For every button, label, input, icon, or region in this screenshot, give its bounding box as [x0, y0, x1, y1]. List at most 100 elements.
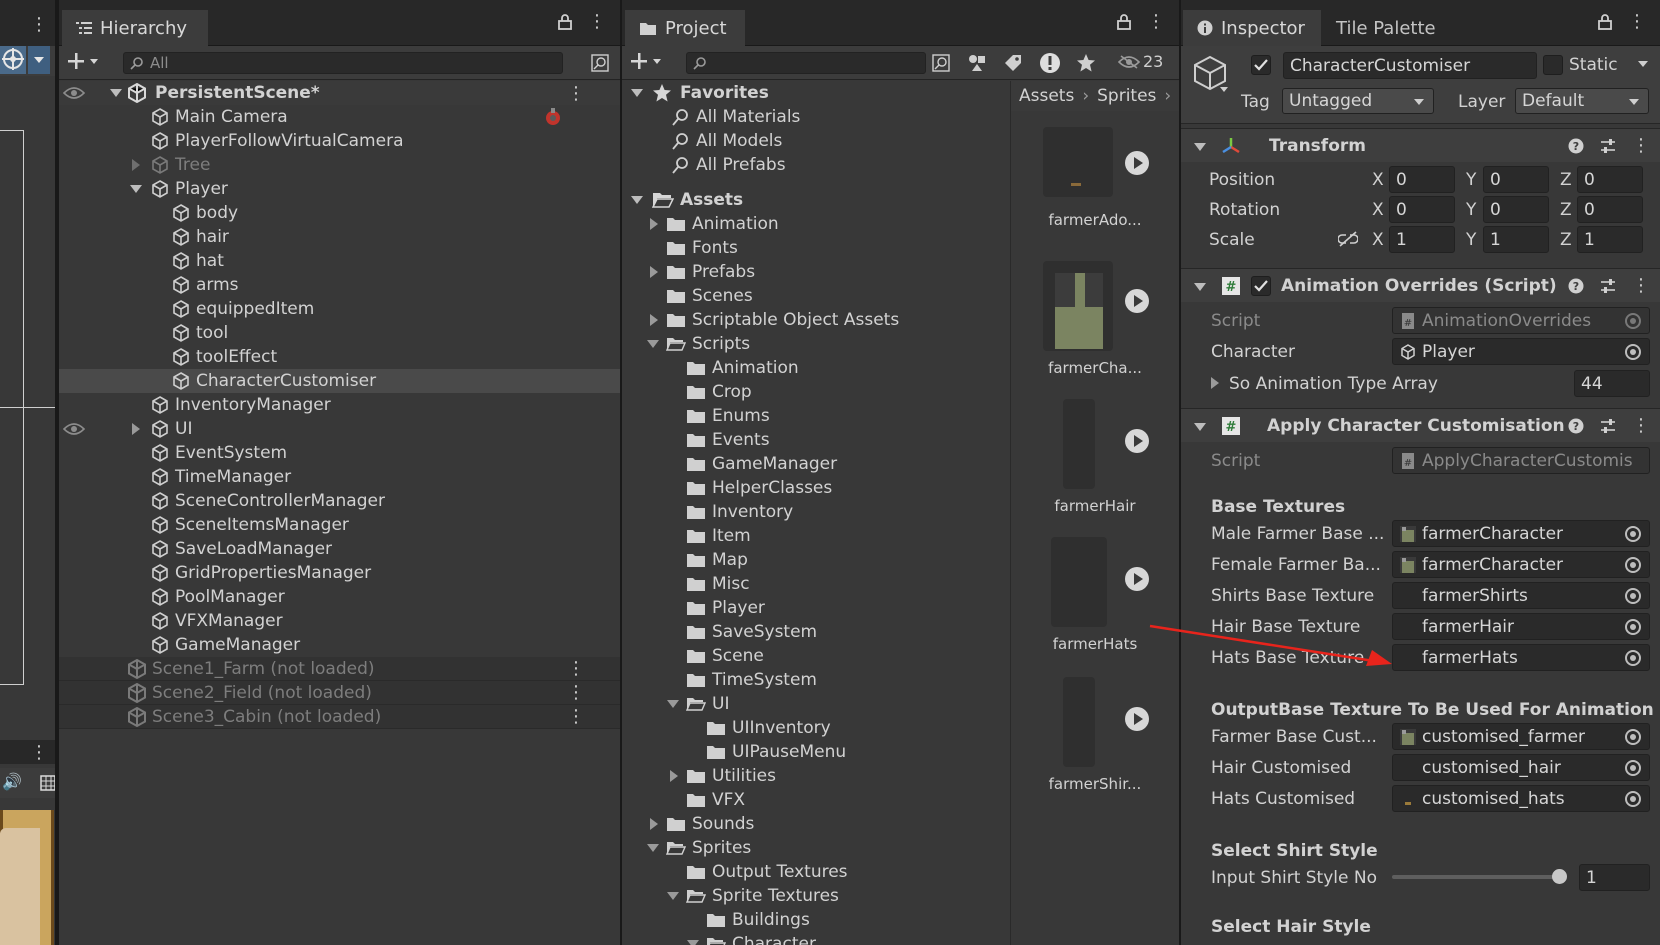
- hierarchy-item-ui[interactable]: UI: [59, 417, 620, 441]
- project-folder-row[interactable]: UIPauseMenu: [690, 740, 846, 764]
- expand-arrow-icon[interactable]: [666, 697, 680, 711]
- expand-arrow-icon[interactable]: [630, 193, 644, 207]
- hierarchy-item-vfx-manager[interactable]: VFXManager: [59, 609, 620, 633]
- project-search-input[interactable]: [686, 52, 926, 74]
- active-checkbox[interactable]: [1251, 55, 1271, 75]
- project-folder-row[interactable]: UI: [667, 692, 729, 716]
- expand-arrow-icon[interactable]: [666, 889, 680, 903]
- shirt-style-input[interactable]: 1: [1579, 864, 1650, 891]
- hierarchy-item-tool[interactable]: tool: [59, 321, 620, 345]
- favorite-item[interactable]: All Materials: [672, 105, 800, 129]
- position-z-input[interactable]: 0: [1577, 166, 1643, 193]
- object-picker-icon[interactable]: [1625, 729, 1641, 745]
- project-folder-row[interactable]: Map: [670, 548, 748, 572]
- favorite-item[interactable]: All Prefabs: [672, 153, 786, 177]
- female-base-texture-field[interactable]: farmerCharacter: [1392, 551, 1650, 578]
- asset-thumbnail[interactable]: farmerShir...: [1011, 677, 1179, 797]
- expand-arrow-icon[interactable]: [686, 937, 700, 945]
- play-icon[interactable]: [1125, 429, 1149, 453]
- project-folder-row[interactable]: Scriptable Object Assets: [650, 308, 899, 332]
- object-picker-icon[interactable]: [1625, 791, 1641, 807]
- project-create-button[interactable]: [630, 52, 662, 70]
- hierarchy-item-save-load-manager[interactable]: SaveLoadManager: [59, 537, 620, 561]
- help-icon[interactable]: ?: [1568, 138, 1584, 154]
- component-enabled-checkbox[interactable]: [1251, 276, 1271, 296]
- scene-menu-icon[interactable]: ⋮: [567, 83, 585, 104]
- transform-component-header[interactable]: Transform ? ⋮: [1181, 128, 1660, 162]
- presets-sliders-icon[interactable]: [1600, 278, 1616, 294]
- grid-icon[interactable]: [40, 775, 56, 791]
- tab-hierarchy[interactable]: Hierarchy: [62, 10, 208, 46]
- rotation-x-input[interactable]: 0: [1389, 196, 1455, 223]
- project-folder-row[interactable]: Scripts: [647, 332, 750, 356]
- unloaded-scene-row[interactable]: Scene3_Cabin (not loaded) ⋮: [59, 705, 620, 729]
- array-size-input[interactable]: 44: [1574, 370, 1650, 397]
- rotation-y-input[interactable]: 0: [1483, 196, 1549, 223]
- help-icon[interactable]: ?: [1568, 418, 1584, 434]
- collapsed-arrow-icon[interactable]: [130, 158, 142, 172]
- collapsed-arrow-icon[interactable]: [130, 422, 142, 436]
- hats-output-texture-field[interactable]: customised_hats: [1392, 785, 1650, 812]
- tag-dropdown[interactable]: Untagged: [1282, 88, 1434, 114]
- hierarchy-menu-icon[interactable]: ⋮: [588, 13, 606, 31]
- hierarchy-item-main-camera[interactable]: Main Camera: [59, 105, 620, 129]
- project-folder-row[interactable]: Buildings: [690, 908, 810, 932]
- unloaded-scene-row[interactable]: Scene1_Farm (not loaded) ⋮: [59, 657, 620, 681]
- hierarchy-item-pool-manager[interactable]: PoolManager: [59, 585, 620, 609]
- hair-base-texture-field[interactable]: farmerHair: [1392, 613, 1650, 640]
- favorite-item[interactable]: All Models: [672, 129, 782, 153]
- project-folder-row[interactable]: SaveSystem: [670, 620, 817, 644]
- project-folder-row[interactable]: Misc: [670, 572, 750, 596]
- project-menu-icon[interactable]: ⋮: [1147, 13, 1165, 31]
- lock-icon[interactable]: [558, 14, 572, 30]
- object-picker-icon[interactable]: [1625, 619, 1641, 635]
- play-icon[interactable]: [1125, 707, 1149, 731]
- project-folder-row[interactable]: TimeSystem: [670, 668, 817, 692]
- tab-project[interactable]: Project: [625, 10, 745, 46]
- expand-arrow-icon[interactable]: [1193, 140, 1207, 154]
- scene-menu-icon[interactable]: ⋮: [567, 706, 585, 727]
- project-folder-row[interactable]: Animation: [650, 212, 779, 236]
- breadcrumb-item[interactable]: Assets: [1019, 86, 1074, 106]
- hierarchy-item-player-follow-camera[interactable]: PlayerFollowVirtualCamera: [59, 129, 620, 153]
- help-icon[interactable]: ?: [1568, 278, 1584, 294]
- favorites-row[interactable]: Favorites: [630, 81, 769, 105]
- character-object-field[interactable]: Player: [1392, 338, 1650, 365]
- lock-icon[interactable]: [1117, 14, 1131, 30]
- hierarchy-search-input[interactable]: All: [123, 52, 563, 74]
- expand-arrow-icon[interactable]: [630, 86, 644, 100]
- project-folder-row[interactable]: Fonts: [650, 236, 738, 260]
- scene-menu-icon[interactable]: ⋮: [567, 682, 585, 703]
- object-name-input[interactable]: CharacterCustomiser: [1283, 52, 1537, 79]
- project-folder-row[interactable]: Animation: [670, 356, 799, 380]
- hierarchy-item-body[interactable]: body: [59, 201, 620, 225]
- inspector-menu-icon[interactable]: ⋮: [1628, 13, 1646, 31]
- expand-arrow-icon[interactable]: [129, 182, 143, 196]
- project-folder-row[interactable]: UIInventory: [690, 716, 831, 740]
- hierarchy-item-tree[interactable]: Tree: [59, 153, 620, 177]
- scale-x-input[interactable]: 1: [1389, 226, 1455, 253]
- scale-z-input[interactable]: 1: [1577, 226, 1643, 253]
- static-dropdown-icon[interactable]: [1637, 59, 1649, 69]
- hierarchy-item-hat[interactable]: hat: [59, 249, 620, 273]
- static-checkbox[interactable]: [1543, 55, 1563, 75]
- visibility-eye-icon[interactable]: [63, 86, 85, 100]
- constrain-proportions-icon[interactable]: [1338, 231, 1358, 247]
- scene-search-icon[interactable]: [591, 54, 609, 72]
- asset-thumbnail[interactable]: farmerCha...: [1011, 261, 1179, 381]
- project-folder-row[interactable]: Crop: [670, 380, 752, 404]
- play-icon[interactable]: [1125, 567, 1149, 591]
- project-folder-row[interactable]: Enums: [670, 404, 770, 428]
- collapsed-arrow-icon[interactable]: [648, 265, 660, 279]
- male-base-texture-field[interactable]: farmerCharacter: [1392, 520, 1650, 547]
- hierarchy-item-time-manager[interactable]: TimeManager: [59, 465, 620, 489]
- scene-root-row[interactable]: PersistentScene* ⋮: [59, 81, 620, 105]
- hierarchy-item-character-customiser[interactable]: CharacterCustomiser: [59, 369, 620, 393]
- project-folder-row[interactable]: Player: [670, 596, 765, 620]
- project-folder-row[interactable]: Inventory: [670, 500, 793, 524]
- project-folder-row[interactable]: Sprites: [647, 836, 751, 860]
- component-menu-icon[interactable]: ⋮: [1632, 276, 1650, 294]
- hierarchy-item-grid-properties-manager[interactable]: GridPropertiesManager: [59, 561, 620, 585]
- collapsed-arrow-icon[interactable]: [648, 817, 660, 831]
- farmer-output-texture-field[interactable]: customised_farmer: [1392, 723, 1650, 750]
